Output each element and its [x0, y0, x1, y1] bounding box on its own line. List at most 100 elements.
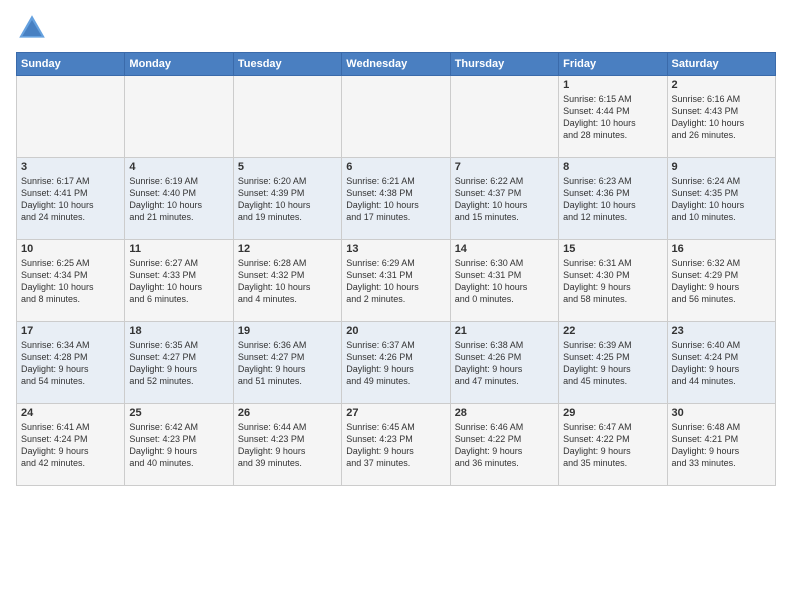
calendar-cell: 23 Sunrise: 6:40 AM Sunset: 4:24 PM Dayli… — [667, 322, 775, 404]
calendar-body: 1 Sunrise: 6:15 AM Sunset: 4:44 PM Daylig… — [17, 76, 776, 486]
logo — [16, 12, 52, 44]
day-number: 11 — [129, 243, 228, 255]
calendar-week-2: 3 Sunrise: 6:17 AM Sunset: 4:41 PM Daylig… — [17, 158, 776, 240]
calendar-cell: 27 Sunrise: 6:45 AM Sunset: 4:23 PM Dayli… — [342, 404, 450, 486]
calendar-cell: 22 Sunrise: 6:39 AM Sunset: 4:25 PM Dayli… — [559, 322, 667, 404]
calendar-cell: 2 Sunrise: 6:16 AM Sunset: 4:43 PM Daylig… — [667, 76, 775, 158]
day-info: Sunrise: 6:29 AM Sunset: 4:31 PM Dayligh… — [346, 257, 445, 306]
calendar-cell: 21Sunrise: 6:38 AM Sunset: 4:26 PM Dayli… — [450, 322, 558, 404]
day-info: Sunrise: 6:34 AM Sunset: 4:28 PM Dayligh… — [21, 339, 120, 388]
day-number: 4 — [129, 161, 228, 173]
day-info: Sunrise: 6:24 AM Sunset: 4:35 PM Dayligh… — [672, 175, 771, 224]
day-number: 30 — [672, 407, 771, 419]
day-number: 20 — [346, 325, 445, 337]
day-number: 15 — [563, 243, 662, 255]
day-number: 5 — [238, 161, 337, 173]
day-number: 7 — [455, 161, 554, 173]
day-number: 16 — [672, 243, 771, 255]
day-info: Sunrise: 6:41 AM Sunset: 4:24 PM Dayligh… — [21, 421, 120, 470]
day-info: Sunrise: 6:28 AM Sunset: 4:32 PM Dayligh… — [238, 257, 337, 306]
day-number: 17 — [21, 325, 120, 337]
day-info: Sunrise: 6:23 AM Sunset: 4:36 PM Dayligh… — [563, 175, 662, 224]
calendar-cell: 29 Sunrise: 6:47 AM Sunset: 4:22 PM Dayli… — [559, 404, 667, 486]
calendar-header: SundayMondayTuesdayWednesdayThursdayFrid… — [17, 53, 776, 76]
calendar-cell — [233, 76, 341, 158]
day-info: Sunrise: 6:27 AM Sunset: 4:33 PM Dayligh… — [129, 257, 228, 306]
calendar-cell: 3 Sunrise: 6:17 AM Sunset: 4:41 PM Daylig… — [17, 158, 125, 240]
col-header-tuesday: Tuesday — [233, 53, 341, 76]
col-header-friday: Friday — [559, 53, 667, 76]
day-number: 13 — [346, 243, 445, 255]
calendar-cell: 16 Sunrise: 6:32 AM Sunset: 4:29 PM Dayli… — [667, 240, 775, 322]
day-number: 24 — [21, 407, 120, 419]
day-number: 8 — [563, 161, 662, 173]
calendar-week-5: 24 Sunrise: 6:41 AM Sunset: 4:24 PM Dayli… — [17, 404, 776, 486]
day-number: 27 — [346, 407, 445, 419]
calendar-cell: 4 Sunrise: 6:19 AM Sunset: 4:40 PM Daylig… — [125, 158, 233, 240]
calendar-cell: 30Sunrise: 6:48 AM Sunset: 4:21 PM Dayli… — [667, 404, 775, 486]
calendar-cell: 17 Sunrise: 6:34 AM Sunset: 4:28 PM Dayli… — [17, 322, 125, 404]
calendar-cell: 1 Sunrise: 6:15 AM Sunset: 4:44 PM Daylig… — [559, 76, 667, 158]
calendar-cell: 25 Sunrise: 6:42 AM Sunset: 4:23 PM Dayli… — [125, 404, 233, 486]
day-number: 14 — [455, 243, 554, 255]
day-number: 10 — [21, 243, 120, 255]
calendar-cell: 13 Sunrise: 6:29 AM Sunset: 4:31 PM Dayli… — [342, 240, 450, 322]
calendar-cell: 9 Sunrise: 6:24 AM Sunset: 4:35 PM Daylig… — [667, 158, 775, 240]
header-row: SundayMondayTuesdayWednesdayThursdayFrid… — [17, 53, 776, 76]
day-info: Sunrise: 6:25 AM Sunset: 4:34 PM Dayligh… — [21, 257, 120, 306]
day-info: Sunrise: 6:42 AM Sunset: 4:23 PM Dayligh… — [129, 421, 228, 470]
day-info: Sunrise: 6:22 AM Sunset: 4:37 PM Dayligh… — [455, 175, 554, 224]
day-info: Sunrise: 6:16 AM Sunset: 4:43 PM Dayligh… — [672, 93, 771, 142]
col-header-sunday: Sunday — [17, 53, 125, 76]
calendar-cell: 10 Sunrise: 6:25 AM Sunset: 4:34 PM Dayli… — [17, 240, 125, 322]
day-number: 28 — [455, 407, 554, 419]
calendar-cell — [342, 76, 450, 158]
day-number: 19 — [238, 325, 337, 337]
logo-icon — [16, 12, 48, 44]
calendar-cell: 12Sunrise: 6:28 AM Sunset: 4:32 PM Dayli… — [233, 240, 341, 322]
day-info: Sunrise: 6:37 AM Sunset: 4:26 PM Dayligh… — [346, 339, 445, 388]
calendar-cell: 15 Sunrise: 6:31 AM Sunset: 4:30 PM Dayli… — [559, 240, 667, 322]
day-info: Sunrise: 6:44 AM Sunset: 4:23 PM Dayligh… — [238, 421, 337, 470]
col-header-thursday: Thursday — [450, 53, 558, 76]
calendar-cell: 28Sunrise: 6:46 AM Sunset: 4:22 PM Dayli… — [450, 404, 558, 486]
day-info: Sunrise: 6:40 AM Sunset: 4:24 PM Dayligh… — [672, 339, 771, 388]
day-info: Sunrise: 6:35 AM Sunset: 4:27 PM Dayligh… — [129, 339, 228, 388]
day-number: 25 — [129, 407, 228, 419]
day-number: 18 — [129, 325, 228, 337]
day-number: 26 — [238, 407, 337, 419]
day-info: Sunrise: 6:39 AM Sunset: 4:25 PM Dayligh… — [563, 339, 662, 388]
day-info: Sunrise: 6:15 AM Sunset: 4:44 PM Dayligh… — [563, 93, 662, 142]
calendar-cell: 19 Sunrise: 6:36 AM Sunset: 4:27 PM Dayli… — [233, 322, 341, 404]
day-number: 2 — [672, 79, 771, 91]
day-info: Sunrise: 6:31 AM Sunset: 4:30 PM Dayligh… — [563, 257, 662, 306]
day-info: Sunrise: 6:30 AM Sunset: 4:31 PM Dayligh… — [455, 257, 554, 306]
day-info: Sunrise: 6:32 AM Sunset: 4:29 PM Dayligh… — [672, 257, 771, 306]
day-number: 22 — [563, 325, 662, 337]
calendar-cell — [450, 76, 558, 158]
calendar-table: SundayMondayTuesdayWednesdayThursdayFrid… — [16, 52, 776, 486]
day-info: Sunrise: 6:21 AM Sunset: 4:38 PM Dayligh… — [346, 175, 445, 224]
calendar-cell — [17, 76, 125, 158]
day-info: Sunrise: 6:19 AM Sunset: 4:40 PM Dayligh… — [129, 175, 228, 224]
calendar-week-4: 17 Sunrise: 6:34 AM Sunset: 4:28 PM Dayli… — [17, 322, 776, 404]
calendar-cell: 6 Sunrise: 6:21 AM Sunset: 4:38 PM Daylig… — [342, 158, 450, 240]
calendar-cell: 7 Sunrise: 6:22 AM Sunset: 4:37 PM Daylig… — [450, 158, 558, 240]
calendar-cell: 18 Sunrise: 6:35 AM Sunset: 4:27 PM Dayli… — [125, 322, 233, 404]
day-number: 29 — [563, 407, 662, 419]
day-number: 21 — [455, 325, 554, 337]
day-info: Sunrise: 6:45 AM Sunset: 4:23 PM Dayligh… — [346, 421, 445, 470]
day-info: Sunrise: 6:47 AM Sunset: 4:22 PM Dayligh… — [563, 421, 662, 470]
day-number: 1 — [563, 79, 662, 91]
calendar-cell — [125, 76, 233, 158]
day-number: 23 — [672, 325, 771, 337]
day-info: Sunrise: 6:17 AM Sunset: 4:41 PM Dayligh… — [21, 175, 120, 224]
day-info: Sunrise: 6:20 AM Sunset: 4:39 PM Dayligh… — [238, 175, 337, 224]
day-number: 9 — [672, 161, 771, 173]
calendar-cell: 11 Sunrise: 6:27 AM Sunset: 4:33 PM Dayli… — [125, 240, 233, 322]
calendar-cell: 5 Sunrise: 6:20 AM Sunset: 4:39 PM Daylig… — [233, 158, 341, 240]
day-number: 6 — [346, 161, 445, 173]
header — [16, 12, 776, 44]
day-info: Sunrise: 6:36 AM Sunset: 4:27 PM Dayligh… — [238, 339, 337, 388]
day-number: 3 — [21, 161, 120, 173]
